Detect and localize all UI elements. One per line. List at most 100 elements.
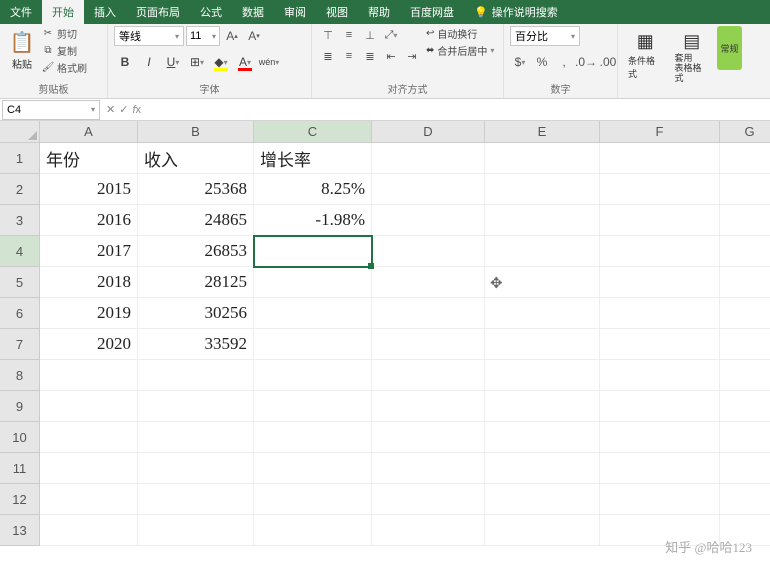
cell[interactable] xyxy=(372,298,485,329)
copy-button[interactable]: ⧉复制 xyxy=(42,43,87,58)
merge-center-button[interactable]: ⬌合并后居中▾ xyxy=(426,43,494,58)
row-header[interactable]: 12 xyxy=(0,484,40,515)
cell[interactable] xyxy=(485,205,600,236)
cell[interactable] xyxy=(600,329,720,360)
cell[interactable] xyxy=(372,329,485,360)
row-header[interactable]: 4 xyxy=(0,236,40,267)
cell[interactable] xyxy=(372,391,485,422)
cell[interactable]: 8.25% xyxy=(254,174,372,205)
cell[interactable] xyxy=(254,267,372,298)
row-header[interactable]: 2 xyxy=(0,174,40,205)
phonetic-button[interactable]: wén▾ xyxy=(258,52,280,72)
cell[interactable]: -1.98% xyxy=(254,205,372,236)
cell[interactable] xyxy=(372,174,485,205)
cell-style-normal[interactable]: 常规 xyxy=(717,26,742,70)
tab-insert[interactable]: 插入 xyxy=(84,0,126,24)
cell[interactable]: 收入 xyxy=(138,143,254,174)
cell[interactable] xyxy=(485,267,600,298)
cell[interactable] xyxy=(720,422,770,453)
cell[interactable] xyxy=(600,298,720,329)
cell[interactable]: 年份 xyxy=(40,143,138,174)
cell[interactable] xyxy=(600,174,720,205)
cell[interactable]: 28125 xyxy=(138,267,254,298)
row-header[interactable]: 10 xyxy=(0,422,40,453)
cell[interactable] xyxy=(138,515,254,546)
wrap-text-button[interactable]: ↩自动换行 xyxy=(426,26,494,41)
format-as-table-button[interactable]: ▤ 套用 表格格式 xyxy=(671,26,714,86)
font-color-button[interactable]: A▾ xyxy=(234,52,256,72)
cell[interactable] xyxy=(485,174,600,205)
tab-home[interactable]: 开始 xyxy=(42,0,84,24)
align-middle-button[interactable]: ≡ xyxy=(339,26,359,44)
number-format-select[interactable]: 百分比▾ xyxy=(510,26,580,46)
select-all-corner[interactable] xyxy=(0,121,40,143)
cell[interactable] xyxy=(40,422,138,453)
cell[interactable] xyxy=(372,484,485,515)
decrease-indent-button[interactable]: ⇤ xyxy=(381,47,401,65)
cell[interactable] xyxy=(600,360,720,391)
cell[interactable] xyxy=(485,422,600,453)
cell[interactable] xyxy=(720,484,770,515)
cell[interactable]: 2020 xyxy=(40,329,138,360)
row-header[interactable]: 11 xyxy=(0,453,40,484)
cell[interactable] xyxy=(720,391,770,422)
row-header[interactable]: 3 xyxy=(0,205,40,236)
cell[interactable] xyxy=(600,453,720,484)
cell[interactable] xyxy=(600,143,720,174)
align-top-button[interactable]: ⊤ xyxy=(318,26,338,44)
enter-formula-icon[interactable]: ✓ xyxy=(119,103,128,116)
tab-baidu-pan[interactable]: 百度网盘 xyxy=(400,0,464,24)
cell[interactable] xyxy=(372,515,485,546)
cell[interactable] xyxy=(485,236,600,267)
cell[interactable]: 24865 xyxy=(138,205,254,236)
cell[interactable] xyxy=(720,205,770,236)
cell[interactable] xyxy=(720,174,770,205)
align-bottom-button[interactable]: ⊥ xyxy=(360,26,380,44)
cell[interactable] xyxy=(720,360,770,391)
cell[interactable] xyxy=(372,453,485,484)
cell[interactable]: 33592 xyxy=(138,329,254,360)
tab-review[interactable]: 审阅 xyxy=(274,0,316,24)
align-left-button[interactable]: ≣ xyxy=(318,47,338,65)
cell[interactable]: 2018 xyxy=(40,267,138,298)
cell[interactable] xyxy=(485,484,600,515)
cell[interactable] xyxy=(372,236,485,267)
fill-color-button[interactable]: ◆▾ xyxy=(210,52,232,72)
tab-file[interactable]: 文件 xyxy=(0,0,42,24)
orientation-button[interactable]: ⤢▾ xyxy=(381,26,401,44)
cell[interactable]: 2016 xyxy=(40,205,138,236)
cell[interactable] xyxy=(600,267,720,298)
cut-button[interactable]: ✂剪切 xyxy=(42,26,87,41)
cell[interactable] xyxy=(600,391,720,422)
cell[interactable] xyxy=(720,143,770,174)
cell[interactable] xyxy=(40,515,138,546)
cell[interactable] xyxy=(254,422,372,453)
cell[interactable] xyxy=(254,453,372,484)
tab-help[interactable]: 帮助 xyxy=(358,0,400,24)
tab-data[interactable]: 数据 xyxy=(232,0,274,24)
name-box[interactable]: C4▾ xyxy=(2,100,100,120)
tab-formulas[interactable]: 公式 xyxy=(190,0,232,24)
cell[interactable] xyxy=(720,329,770,360)
cell[interactable] xyxy=(485,391,600,422)
cell[interactable] xyxy=(485,360,600,391)
cell[interactable] xyxy=(138,453,254,484)
row-header[interactable]: 6 xyxy=(0,298,40,329)
format-painter-button[interactable]: 🖌格式刷 xyxy=(42,60,87,75)
cell[interactable] xyxy=(254,298,372,329)
cell[interactable] xyxy=(600,236,720,267)
cell[interactable] xyxy=(372,422,485,453)
cell[interactable] xyxy=(372,205,485,236)
cell[interactable] xyxy=(720,453,770,484)
cell[interactable] xyxy=(485,329,600,360)
column-header[interactable]: C xyxy=(254,121,372,143)
font-size-select[interactable]: 11▾ xyxy=(186,26,220,46)
decrease-decimal-button[interactable]: .00 xyxy=(598,52,618,72)
cell[interactable] xyxy=(40,484,138,515)
cell[interactable] xyxy=(372,267,485,298)
cell[interactable] xyxy=(600,422,720,453)
decrease-font-button[interactable]: A▾ xyxy=(244,26,264,46)
cell[interactable] xyxy=(254,360,372,391)
cell[interactable]: 25368 xyxy=(138,174,254,205)
cell[interactable]: 26853 xyxy=(138,236,254,267)
